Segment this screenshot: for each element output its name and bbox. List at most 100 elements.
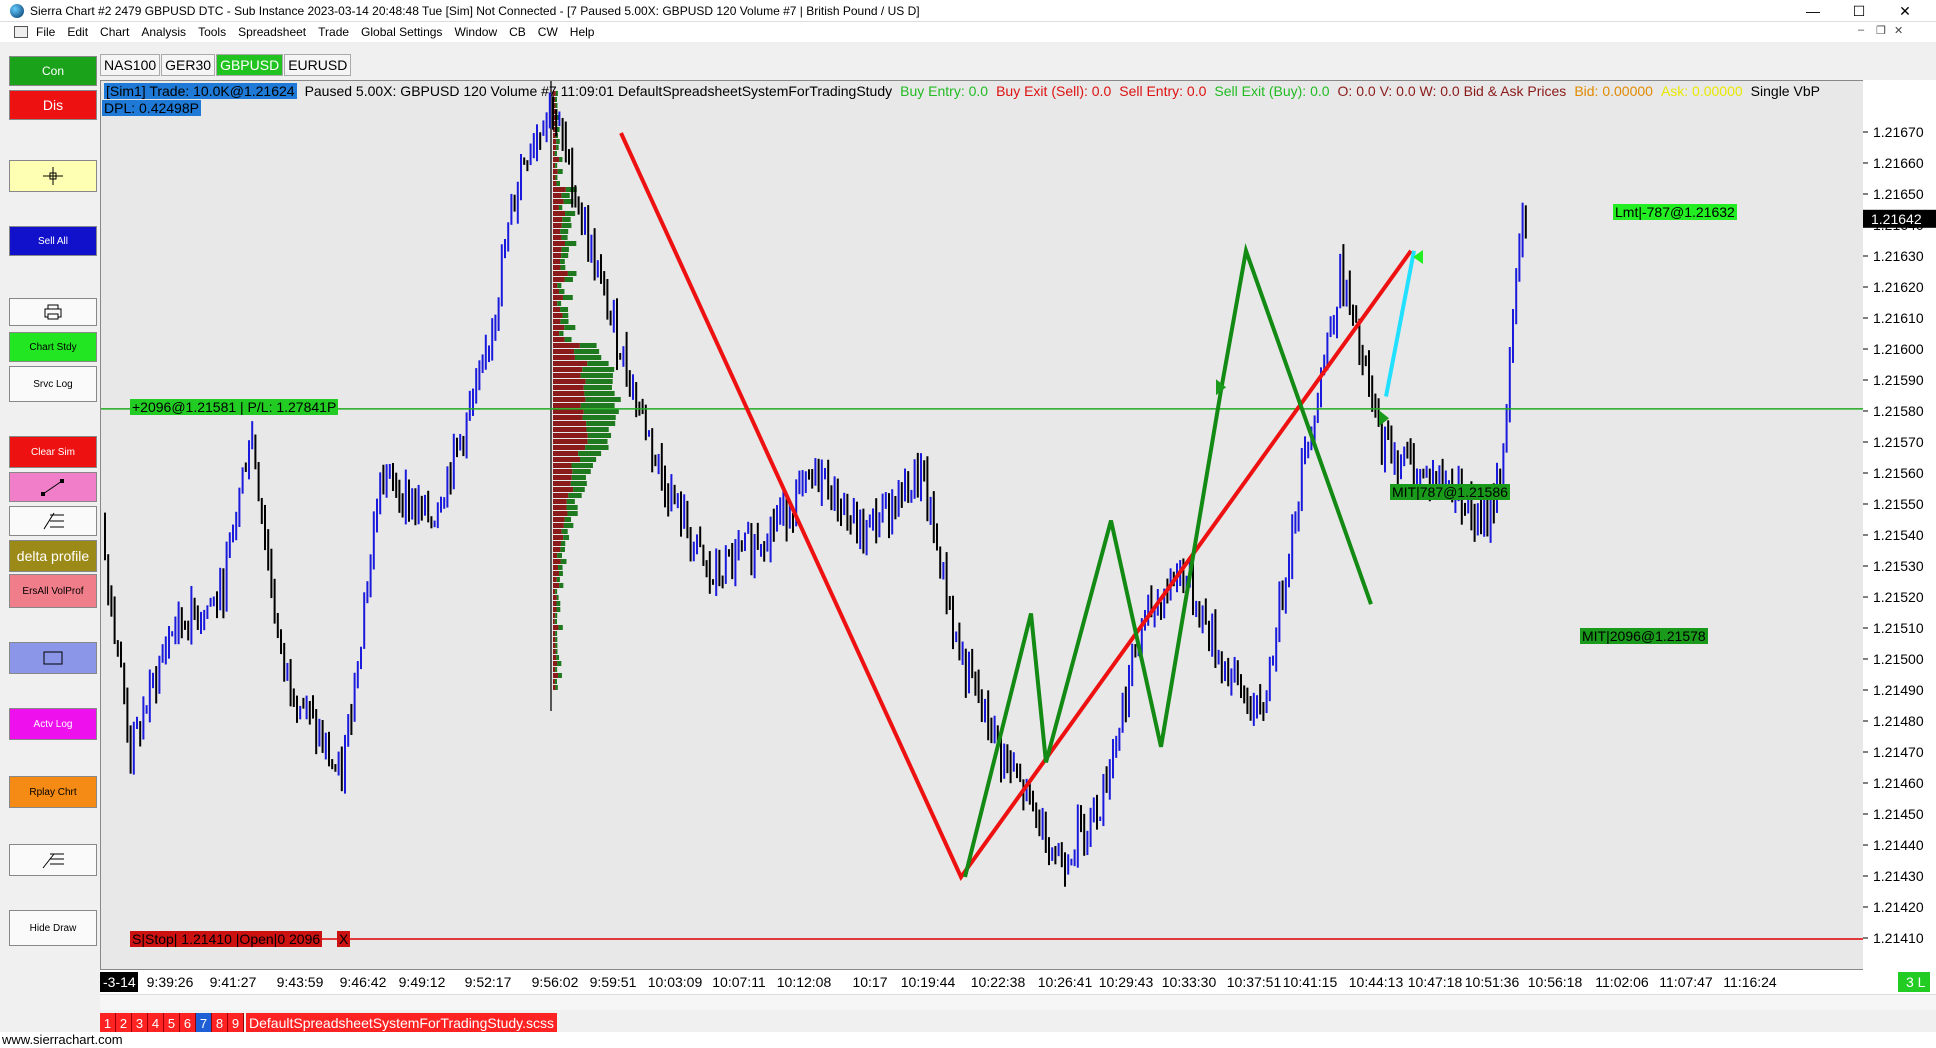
volume-profile-bar [560,559,567,564]
dpl-label: DPL: 0.42498P [102,100,201,116]
menu-tools[interactable]: Tools [198,25,226,39]
menu-cw[interactable]: CW [538,25,558,39]
rectangle-tool-button[interactable] [9,642,97,674]
sell-all-button[interactable]: Sell All [9,226,97,256]
menu-edit[interactable]: Edit [67,25,88,39]
volume-profile-bar [553,553,558,558]
buy-entry-label: Buy Entry: 0.0 [900,83,989,99]
limit-order-label[interactable]: Lmt|-787@1.21632 [1613,204,1737,220]
single-vbp-label: Single VbP [1750,83,1820,99]
erase-all-volume-profile-button[interactable]: ErsAll VolProf [9,574,97,608]
chart-tab-4[interactable]: 4 [148,1013,164,1033]
volume-profile-bar [553,595,557,600]
study-file-tab[interactable]: DefaultSpreadsheetSystemForTradingStudy.… [246,1013,558,1033]
volume-profile-bar [585,445,609,450]
close-window-button[interactable]: ✕ [1882,0,1928,22]
position-label[interactable]: +2096@1.21581 | P/L: 1.27841P [130,399,339,415]
menu-chart[interactable]: Chart [100,25,129,39]
menu-trade[interactable]: Trade [318,25,349,39]
volume-profile-bar [587,361,609,366]
clear-sim-button[interactable]: Clear Sim [9,436,97,468]
volume-profile-bar [557,283,562,288]
hide-drawings-button[interactable]: Hide Draw [9,910,97,946]
crosshair-tool-button[interactable] [9,160,97,192]
volume-profile-bar [553,661,558,666]
chart-tab-1[interactable]: 1 [100,1013,116,1033]
price-tick-label: 1.21410 [1873,930,1924,946]
bid-label: Bid: 0.00000 [1574,83,1653,99]
volume-profile-bar [553,133,556,138]
activity-log-button[interactable]: Actv Log [9,708,97,740]
volume-profile-bar [561,235,568,240]
chart-settings-button[interactable] [9,298,97,326]
volume-profile-bar [553,445,586,450]
volume-profile-bar [555,667,558,672]
symbol-tab-gbpusd[interactable]: GBPUSD [216,54,284,76]
stop-order-label[interactable]: S|Stop| 1.21410 |Open|0 2096 [130,931,323,947]
volume-profile-bar [553,277,565,282]
volume-profile-bar [574,355,602,360]
volume-profile-bar [557,661,562,666]
volume-profile-bar [561,223,572,228]
menu-file[interactable]: File [36,25,55,39]
time-tick-label: 10:17 [852,974,887,990]
volume-profile-bar [553,547,561,552]
chart-tab-7[interactable]: 7 [196,1013,212,1033]
replay-chart-button[interactable]: Rplay Chrt [9,776,97,808]
chart-tab-9[interactable]: 9 [228,1013,244,1033]
volume-profile-bar [553,385,584,390]
menu-global-settings[interactable]: Global Settings [361,25,442,39]
menu-cb[interactable]: CB [509,25,526,39]
symbol-tab-eurusd[interactable]: EURUSD [284,54,352,76]
mdi-close-button[interactable]: ✕ [1894,24,1903,37]
volume-profile-bar [553,373,581,378]
volume-profile-bar [553,163,556,168]
volume-profile-bar [553,259,561,264]
volume-profile-bar [553,487,574,492]
mdi-minimize-button[interactable]: – [1858,24,1864,36]
delta-profile-button[interactable]: delta profile [9,540,97,572]
volume-profile-bar [553,241,565,246]
fib-extension-tool-button[interactable] [9,844,97,876]
sell-entry-label: Sell Entry: 0.0 [1119,83,1207,99]
chart-tab-8[interactable]: 8 [212,1013,228,1033]
chart-panel[interactable] [100,80,1865,971]
printer-icon [44,304,62,320]
symbol-tab-ger30[interactable]: GER30 [161,54,216,76]
minimize-button[interactable]: — [1790,0,1836,22]
volume-profile-bar [553,145,557,150]
service-log-button[interactable]: Srvc Log [9,366,97,402]
maximize-button[interactable]: ☐ [1836,0,1882,22]
disconnect-button[interactable]: Dis [9,90,97,120]
mit-order-label[interactable]: MIT|787@1.21586 [1390,484,1510,500]
chart-window-icon[interactable] [14,26,28,38]
connect-button[interactable]: Con [9,56,97,86]
menu-spreadsheet[interactable]: Spreadsheet [238,25,306,39]
volume-profile-bar [562,217,571,222]
menu-help[interactable]: Help [570,25,595,39]
price-chart[interactable] [101,81,1865,971]
chart-tab-3[interactable]: 3 [132,1013,148,1033]
draw-ray-tool-button[interactable] [9,472,97,502]
chart-study-button[interactable]: Chart Stdy [9,332,97,362]
volume-profile-bar [586,421,616,426]
chart-tab-6[interactable]: 6 [180,1013,196,1033]
symbol-tab-nas100[interactable]: NAS100 [100,54,161,76]
horizontal-scrollbar[interactable] [100,994,1936,1010]
chart-tab-2[interactable]: 2 [116,1013,132,1033]
volume-profile-bar [556,139,560,144]
fib-tool-button[interactable] [9,506,97,536]
time-axis[interactable]: -3-14 9:39:26 9:41:27 9:43:59 9:46:42 9:49:12… [100,970,1936,994]
menu-window[interactable]: Window [454,25,497,39]
volume-profile-bar [555,649,558,654]
volume-profile-bar [553,517,565,522]
stop-order-cancel-button[interactable]: X [337,931,351,947]
mdi-restore-button[interactable]: ❐ [1876,24,1886,37]
menu-analysis[interactable]: Analysis [141,25,186,39]
chart-tab-5[interactable]: 5 [164,1013,180,1033]
price-axis[interactable]: 1.216701.216601.216501.216401.216301.216… [1863,80,1936,970]
volume-profile-bar [553,439,588,444]
volume-profile-bar [555,637,558,642]
mit-order-label-2[interactable]: MIT|2096@1.21578 [1580,628,1708,644]
volume-profile-bar [553,583,560,588]
